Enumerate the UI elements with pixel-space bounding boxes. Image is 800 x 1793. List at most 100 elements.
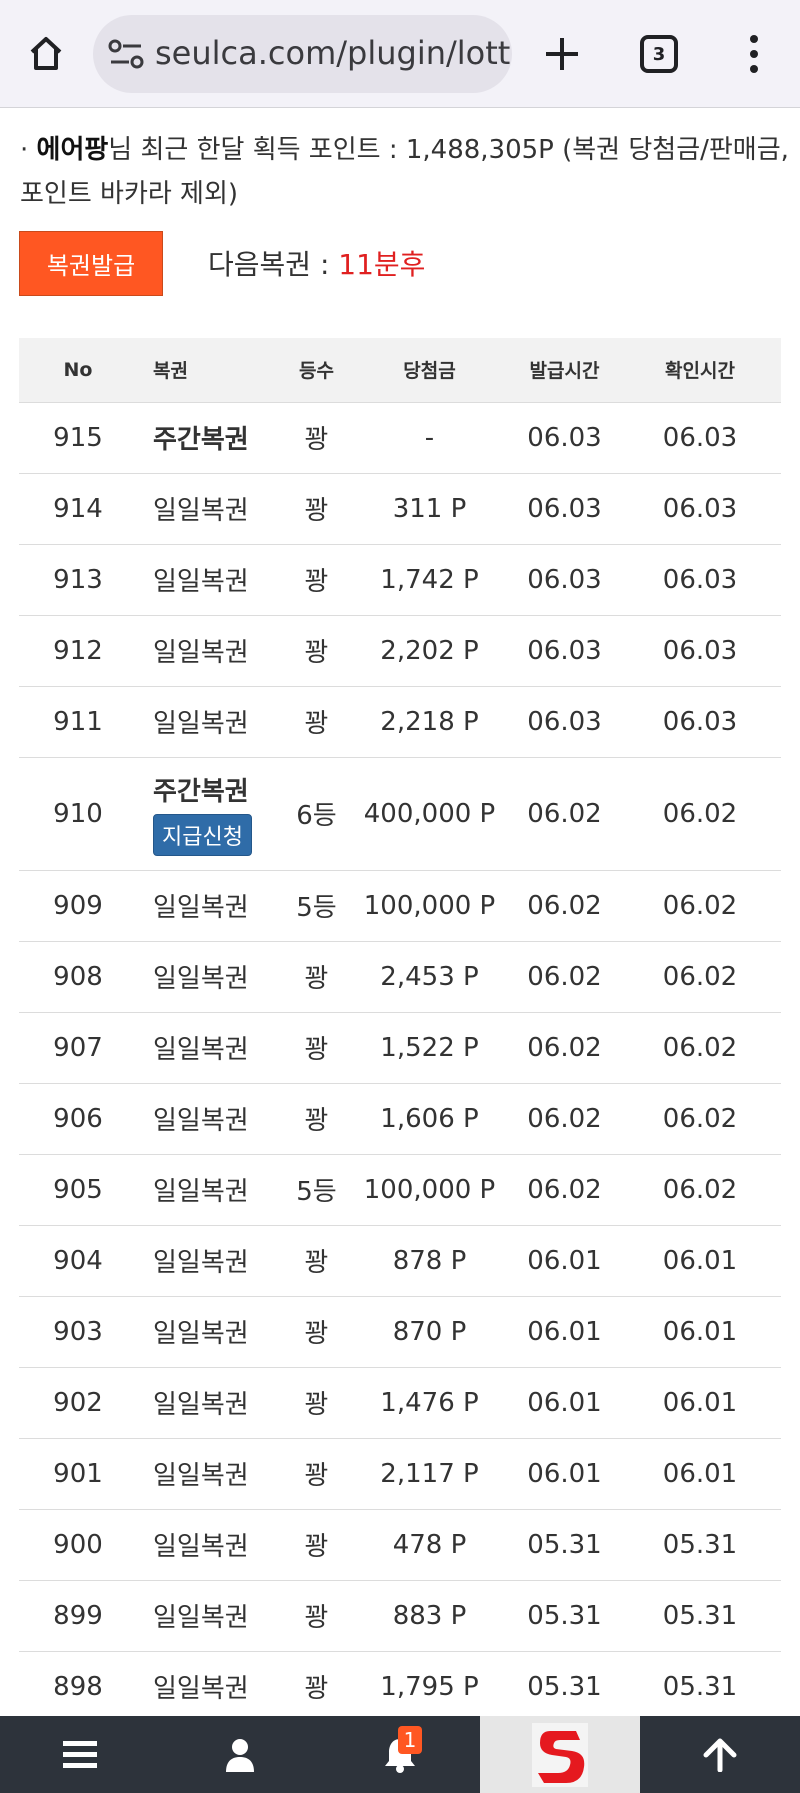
ticket-type-label: 일일복권 xyxy=(153,709,249,739)
more-menu-icon[interactable] xyxy=(734,32,774,76)
cell-checked-time: 06.01 xyxy=(619,1367,781,1439)
cell-checked-time: 06.02 xyxy=(619,757,781,871)
user-icon[interactable] xyxy=(180,1716,300,1793)
cell-no: 913 xyxy=(19,544,137,616)
cell-checked-time: 06.03 xyxy=(619,615,781,687)
header-issued-time: 발급시간 xyxy=(510,338,619,403)
cell-no: 912 xyxy=(19,615,137,687)
cell-prize: 1,522 P xyxy=(349,1012,510,1084)
cell-issued-time: 05.31 xyxy=(510,1509,619,1581)
table-row: 906 일일복권 꽝 1,606 P 06.02 06.02 xyxy=(19,1083,781,1155)
cell-ticket-type: 주간복권 xyxy=(137,402,284,474)
cell-prize: 2,117 P xyxy=(349,1438,510,1510)
cell-rank: 5등 xyxy=(284,1154,349,1226)
address-bar[interactable]: seulca.com/plugin/lotto xyxy=(93,15,512,93)
cell-prize: 2,202 P xyxy=(349,615,510,687)
cell-no: 914 xyxy=(19,473,137,545)
cell-issued-time: 05.31 xyxy=(510,1651,619,1723)
table-row: 904 일일복권 꽝 878 P 06.01 06.01 xyxy=(19,1225,781,1297)
cell-checked-time: 06.03 xyxy=(619,544,781,616)
cell-checked-time: 05.31 xyxy=(619,1580,781,1652)
table-row: 900 일일복권 꽝 478 P 05.31 05.31 xyxy=(19,1509,781,1581)
cell-ticket-type: 일일복권 xyxy=(137,1083,284,1155)
cell-prize: 400,000 P xyxy=(349,757,510,871)
cell-no: 915 xyxy=(19,402,137,474)
issue-ticket-button[interactable]: 복권발급 xyxy=(19,231,163,296)
ticket-type-label: 일일복권 xyxy=(153,1319,249,1349)
cell-issued-time: 06.02 xyxy=(510,1012,619,1084)
cell-checked-time: 06.02 xyxy=(619,1012,781,1084)
cell-issued-time: 06.02 xyxy=(510,941,619,1013)
cell-rank: 꽝 xyxy=(284,1580,349,1652)
cell-rank: 꽝 xyxy=(284,1083,349,1155)
cell-issued-time: 06.02 xyxy=(510,1083,619,1155)
cell-no: 904 xyxy=(19,1225,137,1297)
claim-payment-button[interactable]: 지급신청 xyxy=(153,814,252,856)
cell-no: 901 xyxy=(19,1438,137,1510)
table-body: 915 주간복권 꽝 -06.03 06.03 914 일일복권 꽝 311 P 06.03 06.… xyxy=(19,402,781,1723)
ticket-type-label: 일일복권 xyxy=(153,638,249,668)
cell-checked-time: 06.02 xyxy=(619,870,781,942)
home-icon[interactable] xyxy=(22,30,70,78)
cell-rank: 꽝 xyxy=(284,615,349,687)
cell-no: 906 xyxy=(19,1083,137,1155)
cell-prize: 311 P xyxy=(349,473,510,545)
table-row: 910 주간복권 지급신청 6등 400,000 P 06.02 06.02 xyxy=(19,757,781,871)
tab-switcher-button[interactable]: 3 xyxy=(640,35,678,73)
table-row: 913 일일복권 꽝 1,742 P 06.03 06.03 xyxy=(19,544,781,616)
arrow-up-icon[interactable] xyxy=(660,1716,780,1793)
table-row: 912 일일복권 꽝 2,202 P 06.03 06.03 xyxy=(19,615,781,687)
cell-prize: 100,000 P xyxy=(349,870,510,942)
table-row: 908 일일복권 꽝 2,453 P 06.02 06.02 xyxy=(19,941,781,1013)
table-row: 901 일일복권 꽝 2,117 P 06.01 06.01 xyxy=(19,1438,781,1510)
cell-checked-time: 06.02 xyxy=(619,941,781,1013)
cell-no: 903 xyxy=(19,1296,137,1368)
site-logo[interactable] xyxy=(480,1716,640,1793)
url-text[interactable]: seulca.com/plugin/lotto xyxy=(155,34,512,72)
table-row: 914 일일복권 꽝 311 P 06.03 06.03 xyxy=(19,473,781,545)
cell-no: 899 xyxy=(19,1580,137,1652)
table-row: 898 일일복권 꽝 1,795 P 05.31 05.31 xyxy=(19,1651,781,1723)
cell-prize: 878 P xyxy=(349,1225,510,1297)
ticket-type-label: 일일복권 xyxy=(153,1532,249,1562)
cell-rank: 꽝 xyxy=(284,473,349,545)
cell-no: 905 xyxy=(19,1154,137,1226)
cell-no: 907 xyxy=(19,1012,137,1084)
cell-issued-time: 06.02 xyxy=(510,1154,619,1226)
cell-prize: 1,742 P xyxy=(349,544,510,616)
cell-ticket-type: 주간복권지급신청 xyxy=(137,757,284,871)
cell-ticket-type: 일일복권 xyxy=(137,1367,284,1439)
cell-prize: 1,606 P xyxy=(349,1083,510,1155)
cell-checked-time: 06.01 xyxy=(619,1438,781,1510)
cell-issued-time: 06.02 xyxy=(510,870,619,942)
ticket-type-label: 일일복권 xyxy=(153,496,249,526)
ticket-type-label: 일일복권 xyxy=(153,1106,249,1136)
cell-rank: 5등 xyxy=(284,870,349,942)
cell-prize: 883 P xyxy=(349,1580,510,1652)
header-prize: 당첨금 xyxy=(349,338,510,403)
cell-ticket-type: 일일복권 xyxy=(137,1225,284,1297)
menu-icon[interactable] xyxy=(20,1716,140,1793)
cell-ticket-type: 일일복권 xyxy=(137,1651,284,1723)
bullet: · xyxy=(20,135,29,165)
cell-checked-time: 06.03 xyxy=(619,473,781,545)
cell-ticket-type: 일일복권 xyxy=(137,615,284,687)
cell-ticket-type: 일일복권 xyxy=(137,686,284,758)
ticket-type-label: 주간복권 xyxy=(153,777,249,807)
header-checked-time: 확인시간 xyxy=(619,338,781,403)
cell-rank: 꽝 xyxy=(284,1651,349,1723)
cell-rank: 꽝 xyxy=(284,402,349,474)
cell-ticket-type: 일일복권 xyxy=(137,1438,284,1510)
header-rank: 등수 xyxy=(284,338,349,403)
cell-rank: 꽝 xyxy=(284,1367,349,1439)
cell-ticket-type: 일일복권 xyxy=(137,1509,284,1581)
cell-rank: 꽝 xyxy=(284,686,349,758)
cell-rank: 꽝 xyxy=(284,1438,349,1510)
notification-badge: 1 xyxy=(398,1726,422,1754)
cell-issued-time: 06.01 xyxy=(510,1367,619,1439)
ticket-type-label: 주간복권 xyxy=(153,425,249,455)
cell-no: 911 xyxy=(19,686,137,758)
cell-no: 910 xyxy=(19,757,137,871)
new-tab-icon[interactable] xyxy=(538,30,586,78)
site-settings-icon[interactable] xyxy=(107,36,147,72)
